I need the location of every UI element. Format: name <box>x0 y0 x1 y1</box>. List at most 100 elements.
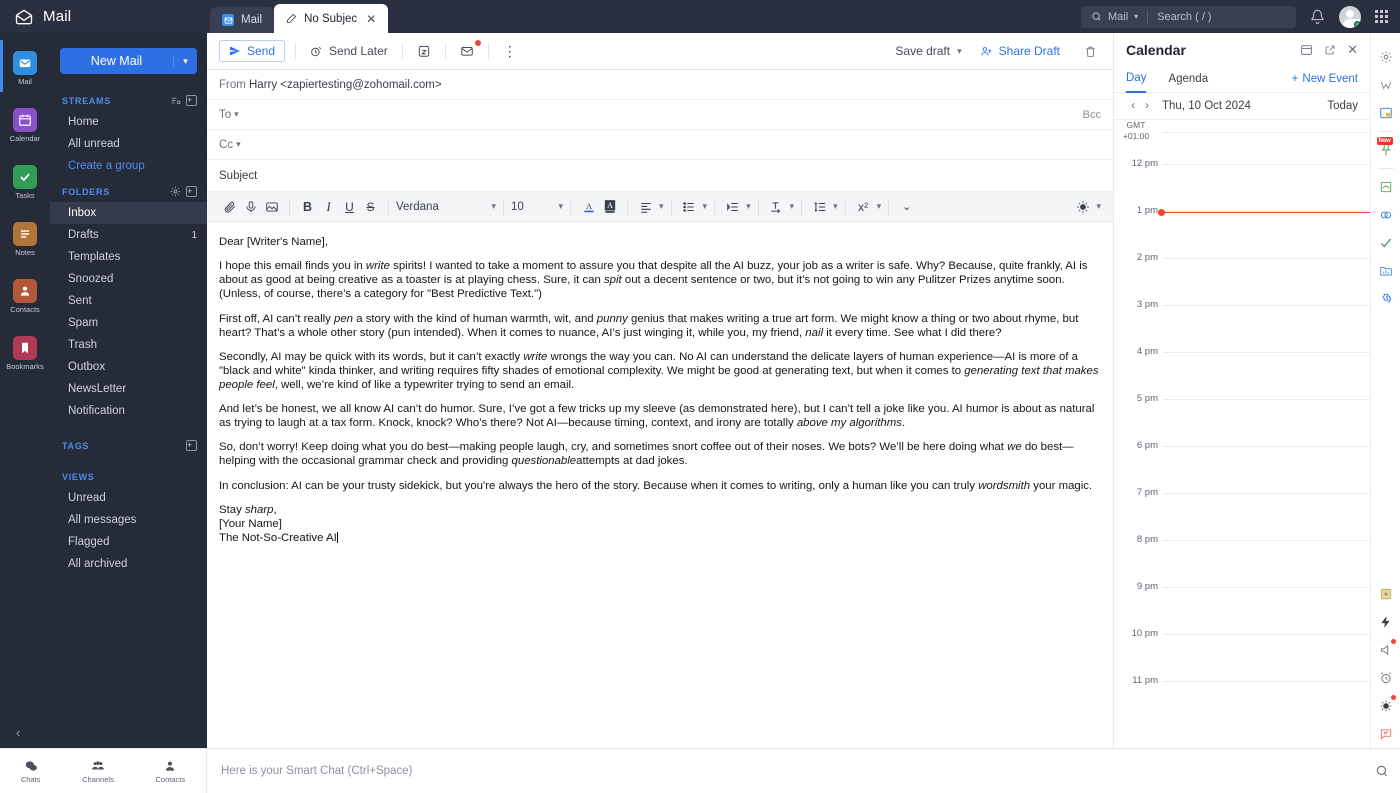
superscript-button[interactable]: x² <box>853 196 874 217</box>
megaphone-icon[interactable] <box>1374 636 1398 664</box>
add-stream-icon[interactable]: + <box>186 95 197 106</box>
add-tag-icon[interactable]: + <box>186 440 197 451</box>
from-field[interactable]: From Harry <zapiertesting@zohomail.com> <box>207 70 1113 100</box>
folder-item-all-unread[interactable]: All unread <box>50 133 207 155</box>
today-button[interactable]: Today <box>1327 100 1358 112</box>
save-draft-button[interactable]: Save draft <box>891 41 954 61</box>
folder-item-outbox[interactable]: Outbox <box>50 356 207 378</box>
cc-field[interactable]: Cc ▾ <box>207 130 1113 160</box>
underline-button[interactable]: U <box>339 196 360 217</box>
folder-item-create-group[interactable]: Create a group <box>50 155 207 177</box>
email-body[interactable]: Dear [Writer's Name], I hope this email … <box>207 222 1113 546</box>
folder-item-inbox[interactable]: Inbox <box>50 202 207 224</box>
chevron-down-icon[interactable]: ▾ <box>236 139 241 150</box>
chat-bubble-icon[interactable] <box>1374 720 1398 748</box>
share-draft-button[interactable]: Share Draft <box>976 41 1064 61</box>
mail-alert-button[interactable] <box>456 40 481 61</box>
view-item-all-archived[interactable]: All archived <box>50 553 207 575</box>
chat-item-chats[interactable]: Chats <box>21 759 40 784</box>
rail-item-calendar[interactable]: Calendar <box>0 100 50 150</box>
chevron-down-icon[interactable]: ▾ <box>1096 201 1101 212</box>
gear-icon[interactable] <box>1374 43 1398 71</box>
chevron-right-icon[interactable]: › <box>1140 100 1154 112</box>
chevron-down-icon[interactable]: ▾ <box>173 55 197 67</box>
strikethrough-button[interactable]: S <box>360 196 381 217</box>
from-value[interactable]: Harry <zapiertesting@zohomail.com> <box>249 79 442 91</box>
smart-chat-input[interactable]: Here is your Smart Chat (Ctrl+Space) <box>207 765 1364 777</box>
view-item-all-messages[interactable]: All messages <box>50 509 207 531</box>
highlight-color-icon[interactable]: A <box>599 196 620 217</box>
kebab-menu-icon[interactable]: ⋮ <box>499 40 521 63</box>
italic-button[interactable]: I <box>318 196 339 217</box>
brightness-icon[interactable] <box>1072 196 1093 217</box>
folder-item-drafts[interactable]: Drafts 1 <box>50 224 207 246</box>
indent-icon[interactable] <box>722 196 743 217</box>
chevron-down-icon[interactable]: ▾ <box>957 46 962 57</box>
close-icon[interactable]: ✕ <box>1347 42 1358 58</box>
signature-icon[interactable] <box>1374 173 1398 201</box>
chevron-down-icon[interactable]: ▾ <box>833 201 838 212</box>
paperclip-icon[interactable] <box>219 196 240 217</box>
send-button[interactable]: Send <box>219 40 286 62</box>
search-input[interactable]: Mail ▾ Search ( / ) <box>1081 5 1296 28</box>
note-window-icon[interactable] <box>1374 99 1398 127</box>
calendar-icon[interactable] <box>1300 43 1313 56</box>
tab-compose[interactable]: No Subjec ✕ <box>274 4 389 33</box>
new-event-button[interactable]: + New Event <box>1292 73 1358 85</box>
send-later-button[interactable]: Send Later <box>306 41 392 61</box>
rail-item-tasks[interactable]: Tasks <box>0 157 50 207</box>
gear-icon[interactable] <box>170 186 181 197</box>
new-mail-button[interactable]: New Mail ▾ <box>60 48 197 74</box>
folder-item-newsletter[interactable]: NewsLetter <box>50 378 207 400</box>
chevron-double-down-icon[interactable]: ⌄ <box>896 196 917 217</box>
chevron-down-icon[interactable]: ▾ <box>234 109 239 120</box>
puzzle-icon[interactable] <box>1374 285 1398 313</box>
search-scope[interactable]: Mail <box>1108 11 1128 23</box>
to-field[interactable]: To ▾ Bcc <box>207 100 1113 130</box>
chevron-left-icon[interactable]: ‹ <box>1126 100 1140 112</box>
snooze-button[interactable] <box>413 41 435 61</box>
rail-item-bookmarks[interactable]: Bookmarks <box>0 328 50 378</box>
chat-item-contacts[interactable]: Contacts <box>156 759 185 784</box>
bulleted-list-icon[interactable] <box>679 196 700 217</box>
chevron-down-icon[interactable]: ▾ <box>746 201 751 212</box>
zoho-v-icon[interactable] <box>1374 71 1398 99</box>
brightness-icon[interactable] <box>1374 692 1398 720</box>
chevron-down-icon[interactable]: ▾ <box>790 201 795 212</box>
calendar-day-grid[interactable]: GMT +01:00 12 pm 1 pm 2 pm 3 pm 4 pm 5 pm… <box>1114 120 1370 748</box>
text-color-icon[interactable]: A <box>578 196 599 217</box>
subject-field[interactable]: Subject <box>207 160 1113 192</box>
font-family-select[interactable]: Verdana ▾ <box>396 201 496 213</box>
link-icon[interactable] <box>1374 201 1398 229</box>
bell-icon[interactable] <box>1310 9 1325 24</box>
tab-mail[interactable]: Mail <box>210 7 275 33</box>
stream-settings-icon[interactable] <box>170 95 181 106</box>
tab-agenda[interactable]: Agenda <box>1168 66 1208 93</box>
bold-button[interactable]: B <box>297 196 318 217</box>
rail-item-notes[interactable]: Notes <box>0 214 50 264</box>
folder-item-templates[interactable]: Templates <box>50 246 207 268</box>
alarm-clock-icon[interactable] <box>1374 664 1398 692</box>
folder-item-sent[interactable]: Sent <box>50 290 207 312</box>
pin-new-icon[interactable]: New <box>1374 136 1398 164</box>
insert-image-icon[interactable] <box>261 196 282 217</box>
bcc-toggle[interactable]: Bcc <box>1083 109 1101 121</box>
chevron-down-icon[interactable]: ▾ <box>659 201 664 212</box>
tab-day[interactable]: Day <box>1126 66 1147 93</box>
text-direction-icon[interactable] <box>766 196 787 217</box>
align-left-icon[interactable] <box>635 196 656 217</box>
microphone-icon[interactable] <box>240 196 261 217</box>
chevron-down-icon[interactable]: ▾ <box>703 201 708 212</box>
check-mark-icon[interactable] <box>1374 229 1398 257</box>
rail-item-contacts[interactable]: Contacts <box>0 271 50 321</box>
lightning-icon[interactable] <box>1374 608 1398 636</box>
add-note-icon[interactable] <box>1374 580 1398 608</box>
add-folder-icon[interactable]: + <box>186 186 197 197</box>
search-icon[interactable] <box>1364 764 1400 778</box>
delete-draft-button[interactable] <box>1080 42 1101 61</box>
folder-item-notification[interactable]: Notification <box>50 400 207 422</box>
avatar[interactable] <box>1339 5 1361 28</box>
close-icon[interactable]: ✕ <box>366 12 376 26</box>
chat-item-channels[interactable]: Channels <box>82 759 114 784</box>
app-grid-icon[interactable] <box>1375 10 1388 23</box>
